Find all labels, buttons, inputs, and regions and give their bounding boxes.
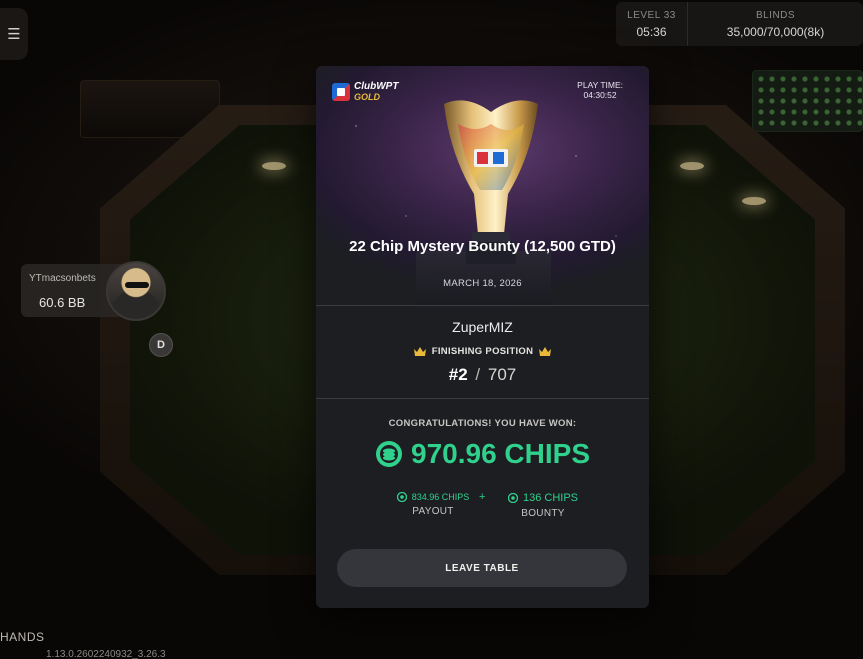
level-info: LEVEL 33 05:36 <box>616 2 688 46</box>
player-username: ZuperMIZ <box>452 319 513 335</box>
finish-place: #2 <box>448 365 468 384</box>
wpt-logo-icon <box>332 83 350 101</box>
payout-breakdown: 834.96 CHIPS PAYOUT <box>394 492 472 517</box>
player-name: YTmacsonbets <box>29 273 96 284</box>
trophy-banner <box>316 66 649 306</box>
divider <box>316 398 649 399</box>
clubwpt-gold-logo: ClubWPT GOLD <box>332 82 398 102</box>
finishing-position-label: FINISHING POSITION <box>431 346 534 357</box>
level-blinds-panel: LEVEL 33 05:36 BLINDS 35,000/70,000(8k) <box>616 2 863 46</box>
tournament-results-modal: ClubWPT GOLD PLAY TIME: 04:30:52 22 Chip… <box>316 66 649 608</box>
payout-value: 834.96 CHIPS <box>411 492 470 502</box>
tournament-title: 22 Chip Mystery Bounty (12,500 GTD) <box>349 238 616 255</box>
chip-icon <box>507 493 518 503</box>
blinds-info: BLINDS 35,000/70,000(8k) <box>688 2 863 46</box>
divider <box>316 305 649 306</box>
winnings-total: 970.96 CHIPS <box>316 438 649 470</box>
level-timer: 05:36 <box>636 24 667 39</box>
hamburger-icon: ☰ <box>7 25 21 43</box>
congratulations-text: CONGRATULATIONS! YOU HAVE WON: <box>388 418 577 429</box>
payout-label: PAYOUT <box>412 506 454 517</box>
bounty-value: 136 CHIPS <box>522 492 579 504</box>
player-stack: 60.6 BB <box>39 295 86 310</box>
total-players: 707 <box>487 365 517 384</box>
level-label: LEVEL 33 <box>627 9 676 21</box>
brand-tier: GOLD <box>354 92 380 102</box>
crown-icon <box>539 347 552 356</box>
dealer-button: D <box>149 333 173 357</box>
finishing-position: #2 / 707 <box>316 365 649 385</box>
blinds-value: 35,000/70,000(8k) <box>726 24 825 39</box>
play-time-label: PLAY TIME: <box>577 80 623 90</box>
tournament-date: MARCH 18, 2026 <box>443 278 522 289</box>
bounty-label: BOUNTY <box>521 508 565 519</box>
chip-icon <box>396 492 407 502</box>
finishing-position-header: FINISHING POSITION <box>316 346 649 357</box>
play-time-value: 04:30:52 <box>583 90 617 100</box>
player-avatar[interactable] <box>106 261 166 321</box>
play-time: PLAY TIME: 04:30:52 <box>577 80 623 100</box>
brand-name: ClubWPT <box>354 81 399 92</box>
build-version: 1.13.0.2602240932_3.26.3 <box>46 649 166 659</box>
menu-button[interactable]: ☰ <box>0 8 28 60</box>
crown-icon <box>413 347 426 356</box>
position-separator: / <box>475 365 481 384</box>
plus-sign: + <box>479 491 486 503</box>
blinds-label: BLINDS <box>755 9 796 21</box>
hands-label[interactable]: HANDS <box>0 630 45 644</box>
chip-icon <box>376 441 402 467</box>
bounty-breakdown: 136 CHIPS BOUNTY <box>504 492 582 519</box>
leave-table-button[interactable]: LEAVE TABLE <box>337 549 627 587</box>
won-amount: 970.96 CHIPS <box>411 438 590 469</box>
